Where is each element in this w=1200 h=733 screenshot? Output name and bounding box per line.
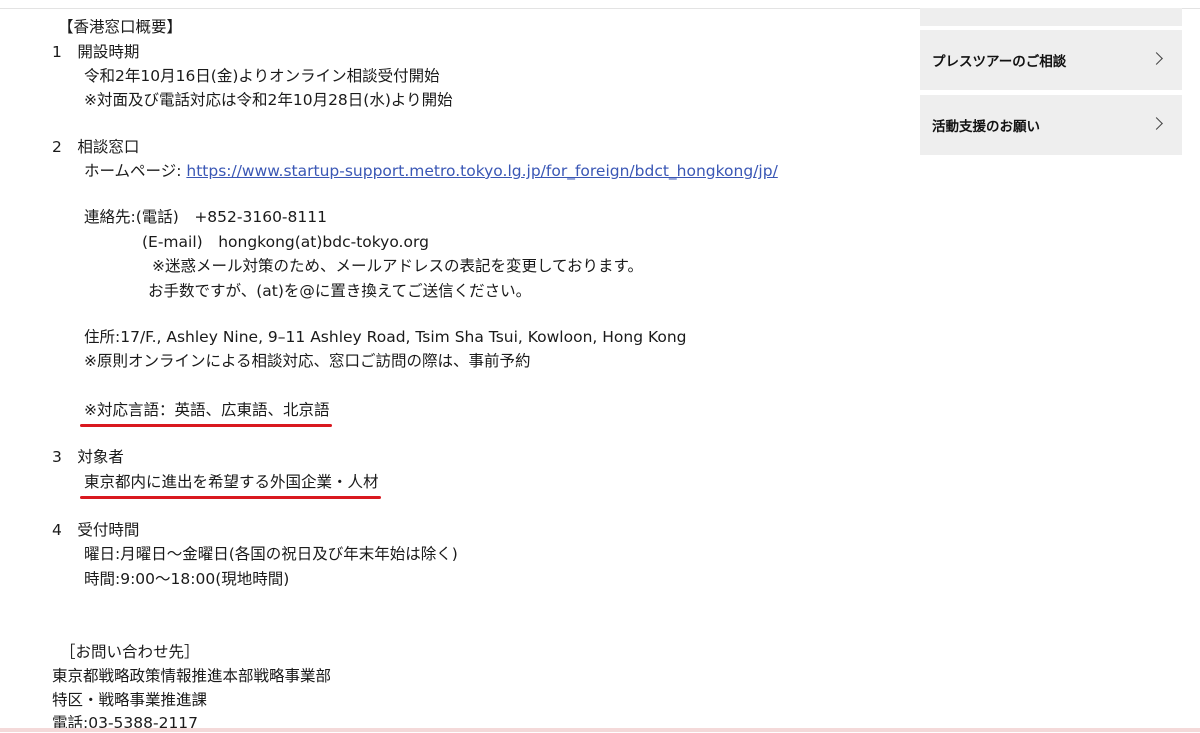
opening-date: 令和2年10月16日(金)よりオンライン相談受付開始	[84, 67, 440, 85]
section-1-title: 1 開設時期	[52, 43, 140, 61]
chevron-right-icon	[1150, 117, 1163, 130]
section-4-title: 4 受付時間	[52, 521, 140, 539]
reception-hours: 時間:9:00～18:00(現地時間)	[84, 570, 290, 588]
languages: ※対応言語：英語、広東語、北京語	[80, 400, 332, 427]
reception-days: 曜日:月曜日～金曜日(各国の祝日及び年末年始は除く)	[84, 545, 458, 563]
contact-phone: 連絡先:(電話) +852-3160-8111	[84, 208, 327, 226]
inquiry-department: 東京都戦略政策情報推進本部戦略事業部	[52, 667, 332, 685]
main-content: 【香港窓口概要】 1 開設時期 令和2年10月16日(金)よりオンライン相談受付…	[0, 0, 900, 732]
chevron-right-icon	[1150, 52, 1163, 65]
sidebar: プレスツアーのご相談 活動支援のお願い	[920, 8, 1182, 155]
section-2-title: 2 相談窓口	[52, 138, 140, 156]
overview-heading: 【香港窓口概要】	[58, 18, 183, 36]
address: 住所:17/F., Ashley Nine, 9–11 Ashley Road,…	[84, 328, 687, 346]
address-note: ※原則オンラインによる相談対応、窓口ご訪問の際は、事前予約	[84, 352, 531, 370]
inquiry-section: 特区・戦略事業推進課	[52, 691, 208, 709]
homepage-label: ホームページ:	[84, 162, 187, 180]
bottom-strip	[0, 728, 1200, 732]
sidebar-item-label: プレスツアーのご相談	[932, 54, 1067, 70]
languages-red-underline	[80, 424, 332, 427]
email-note-2: お手数ですが、(at)を@に置き換えてご送信ください。	[148, 282, 532, 300]
section-3-title: 3 対象者	[52, 448, 124, 466]
sidebar-item-partial	[920, 8, 1182, 26]
target-red-underline	[80, 496, 381, 499]
target-audience-line: 東京都内に進出を希望する外国企業・人材	[80, 472, 381, 499]
sidebar-item-press-tour[interactable]: プレスツアーのご相談	[920, 30, 1182, 90]
contact-email: (E-mail) hongkong(at)bdc-tokyo.org	[142, 233, 429, 251]
inquiry-heading: ［お問い合わせ先］	[60, 643, 200, 661]
homepage-line: ホームページ: https://www.startup-support.metr…	[84, 161, 778, 181]
in-person-note: ※対面及び電話対応は令和2年10月28日(水)より開始	[84, 91, 453, 109]
sidebar-item-activity-support[interactable]: 活動支援のお願い	[920, 95, 1182, 155]
email-note-1: ※迷惑メール対策のため、メールアドレスの表記を変更しております。	[152, 257, 644, 275]
homepage-link[interactable]: https://www.startup-support.metro.tokyo.…	[186, 162, 777, 180]
languages-line: ※対応言語：英語、広東語、北京語	[80, 400, 332, 427]
sidebar-item-label: 活動支援のお願い	[932, 119, 1040, 135]
target-audience: 東京都内に進出を希望する外国企業・人材	[80, 472, 381, 499]
